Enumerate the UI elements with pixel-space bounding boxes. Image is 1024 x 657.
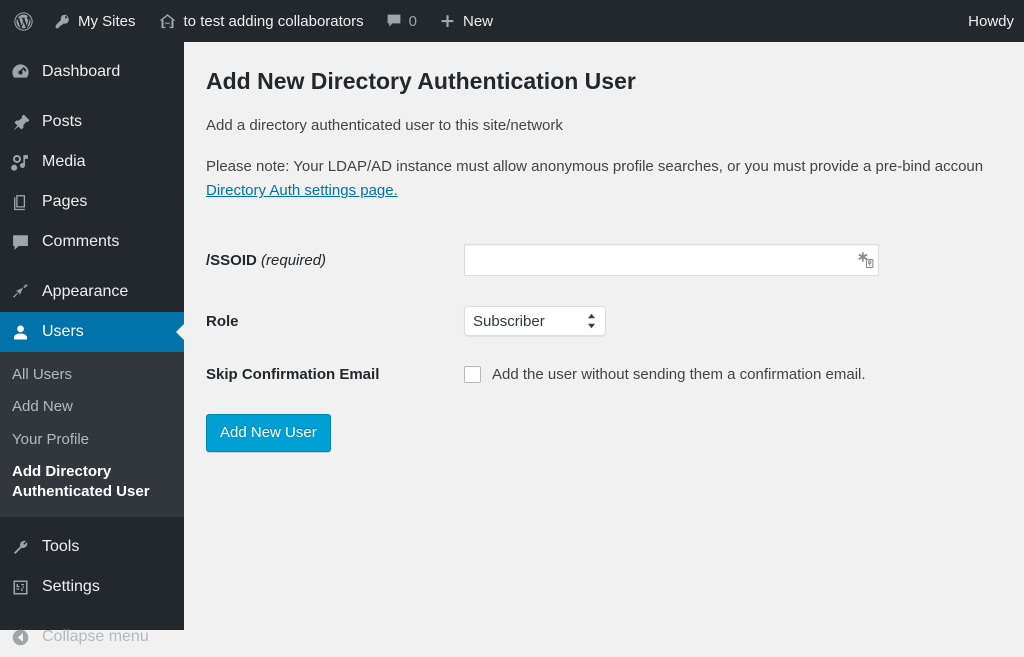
page-description: Add a directory authenticated user to th…: [206, 116, 563, 134]
role-label: Role: [206, 291, 464, 351]
sidebar-label-tools: Tools: [42, 538, 80, 556]
key-icon: [54, 13, 71, 30]
page-note: Please note: Your LDAP/AD instance must …: [206, 137, 1024, 203]
user-icon: [11, 323, 30, 342]
add-user-form-table: /SSOID (required) Role Subscriber Skip C…: [206, 229, 1006, 398]
ssoid-label: /SSOID (required): [206, 229, 464, 291]
submenu-item-add-directory-authenticated-user[interactable]: Add Directory Authenticated User: [0, 456, 150, 509]
submenu-label-all-users: All Users: [12, 366, 73, 383]
sidebar-label-comments: Comments: [42, 233, 120, 250]
admin-bar-label-my-sites: My Sites: [78, 12, 136, 30]
submenu-item-all-users[interactable]: All Users: [0, 359, 184, 391]
form-row-skip-confirmation: Skip Confirmation Email Add the user wit…: [206, 351, 1006, 398]
sidebar-label-users: Users: [42, 323, 84, 340]
sidebar-item-settings[interactable]: Settings: [0, 567, 184, 607]
ssoid-input-wrap: [464, 244, 879, 277]
submenu-item-your-profile[interactable]: Your Profile: [0, 424, 184, 456]
role-label-text: Role: [206, 312, 239, 330]
skip-confirmation-checkbox-label[interactable]: Add the user without sending them a conf…: [492, 366, 866, 383]
admin-bar-my-account[interactable]: Howdy: [968, 0, 1024, 42]
skip-confirmation-row: Add the user without sending them a conf…: [464, 366, 996, 384]
sidebar-item-users[interactable]: Users: [0, 312, 184, 352]
ssoid-required-text: (required): [261, 251, 327, 269]
sidebar-item-media[interactable]: Media: [0, 142, 184, 182]
comments-icon: [11, 233, 30, 252]
wordpress-logo-menu[interactable]: [0, 0, 43, 42]
sidebar-label-dashboard: Dashboard: [42, 63, 121, 80]
submenu-label-add-directory-authenticated-user: Add Directory Authenticated User: [12, 462, 150, 500]
submenu-item-add-new[interactable]: Add New: [0, 391, 184, 423]
submit-row: Add New User: [206, 398, 1024, 453]
pages-icon: [11, 193, 30, 212]
password-manager-autofill-icon[interactable]: [855, 251, 875, 269]
sidebar-label-media: Media: [42, 153, 86, 170]
admin-bar-comment-count: 0: [408, 12, 417, 30]
home-icon: [158, 12, 177, 31]
admin-bar-label-site-name: to test adding collaborators: [183, 12, 364, 30]
submenu-label-add-new: Add New: [12, 398, 73, 416]
sidebar-label-posts: Posts: [42, 113, 83, 130]
menu-spacer-3: [0, 517, 184, 527]
directory-auth-settings-link[interactable]: Directory Auth settings page.: [206, 182, 398, 199]
admin-bar: My Sites to test adding collaborators 0 …: [0, 0, 1024, 42]
admin-bar-item-comments[interactable]: 0: [375, 0, 428, 42]
skip-confirmation-label: Skip Confirmation Email: [206, 351, 464, 398]
sidebar-submenu-users: All Users Add New Your Profile Add Direc…: [0, 352, 184, 518]
sidebar-item-pages[interactable]: Pages: [0, 182, 184, 222]
role-select[interactable]: Subscriber: [464, 306, 606, 337]
admin-bar-item-site-name[interactable]: to test adding collaborators: [147, 0, 375, 42]
settings-sliders-icon: [11, 578, 30, 597]
main-content-area: Add New Directory Authentication User Ad…: [184, 42, 1024, 630]
ssoid-field-cell: [464, 229, 1006, 291]
appearance-brush-icon: [11, 283, 30, 302]
admin-bar-item-my-sites[interactable]: My Sites: [43, 0, 147, 42]
form-row-ssoid: /SSOID (required): [206, 229, 1006, 291]
pin-icon: [11, 113, 30, 132]
media-icon: [11, 153, 30, 172]
page-title: Add New Directory Authentication User: [206, 68, 636, 94]
sidebar-label-settings: Settings: [42, 578, 100, 596]
menu-spacer-top: [0, 42, 184, 52]
ssoid-label-text: /SSOID: [206, 251, 257, 269]
admin-sidebar-menu: Dashboard Posts Media Pages Comments App…: [0, 42, 184, 645]
sidebar-item-tools[interactable]: Tools: [0, 527, 184, 567]
sidebar-item-appearance[interactable]: Appearance: [0, 272, 184, 312]
collapse-menu-button[interactable]: Collapse menu: [0, 617, 184, 657]
admin-bar-item-new[interactable]: New: [428, 0, 504, 42]
menu-spacer-4: [0, 607, 184, 617]
collapse-menu-label: Collapse menu: [42, 628, 149, 646]
sidebar-item-dashboard[interactable]: Dashboard: [0, 52, 184, 92]
role-field-cell: Subscriber: [464, 291, 1006, 351]
admin-bar-greeting: Howdy: [968, 12, 1014, 30]
form-row-role: Role Subscriber: [206, 291, 1006, 351]
ssoid-input[interactable]: [464, 244, 879, 277]
page-note-line: Please note: Your LDAP/AD instance must …: [206, 158, 984, 176]
collapse-arrow-icon: [11, 628, 30, 647]
skip-confirmation-checkbox[interactable]: [464, 366, 481, 384]
admin-bar-label-new: New: [462, 12, 493, 30]
skip-confirmation-field-cell: Add the user without sending them a conf…: [464, 351, 1006, 398]
wrench-icon: [11, 538, 30, 557]
sidebar-item-posts[interactable]: Posts: [0, 102, 184, 142]
add-new-user-button[interactable]: Add New User: [206, 414, 331, 453]
submenu-label-your-profile: Your Profile: [12, 430, 89, 448]
sidebar-label-pages: Pages: [42, 193, 88, 210]
plus-icon: [439, 13, 456, 30]
menu-spacer-1: [0, 92, 184, 102]
sidebar-label-appearance: Appearance: [42, 283, 129, 300]
dashboard-icon: [11, 63, 30, 82]
sidebar-item-comments[interactable]: Comments: [0, 222, 184, 262]
wordpress-logo-icon: [13, 11, 34, 32]
menu-spacer-2: [0, 262, 184, 272]
comment-bubble-icon: [386, 13, 402, 29]
role-select-wrap: Subscriber: [464, 306, 606, 337]
skip-confirmation-label-text: Skip Confirmation Email: [206, 366, 380, 384]
